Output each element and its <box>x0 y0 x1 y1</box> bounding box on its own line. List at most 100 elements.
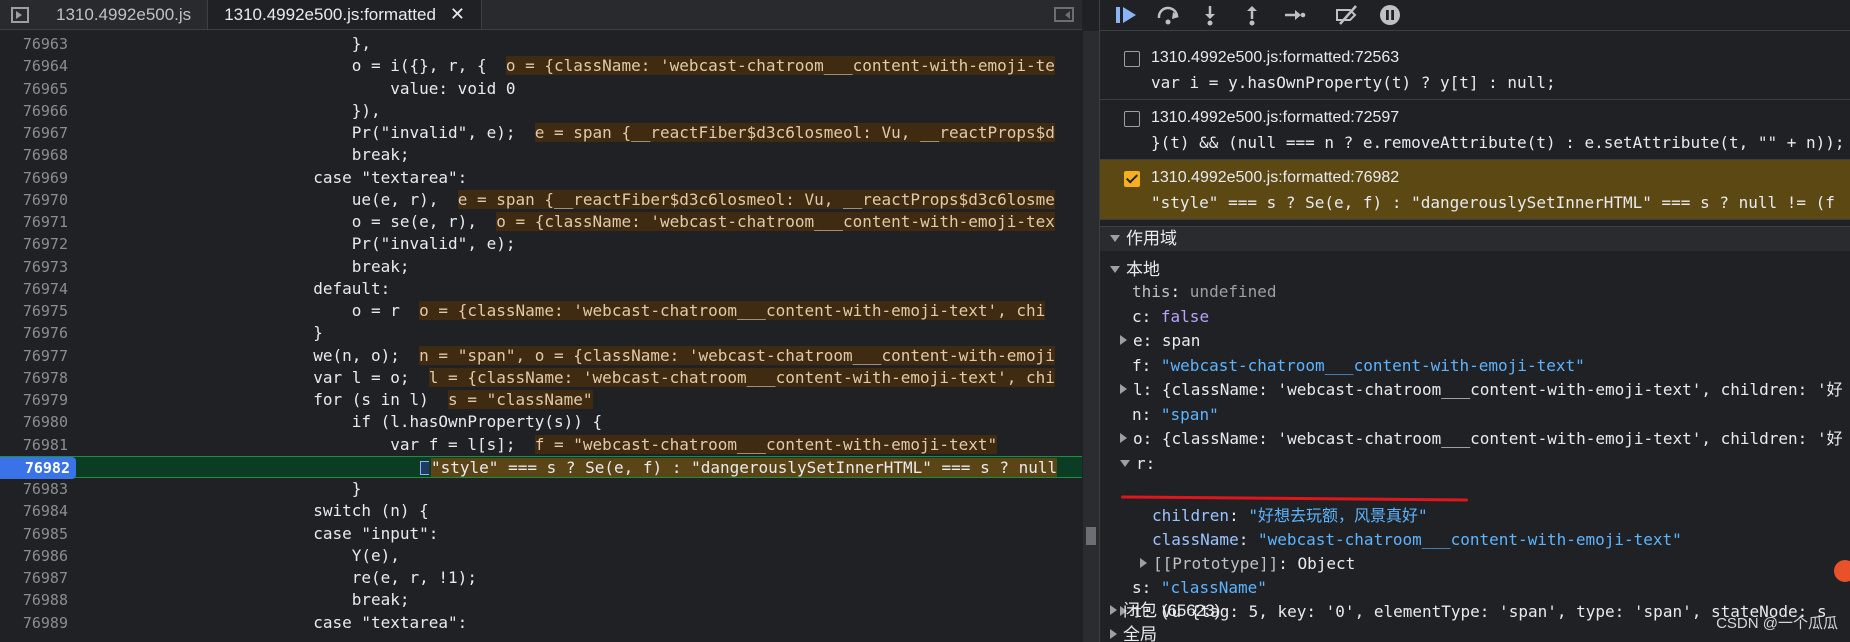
scrollbar-thumb[interactable] <box>1086 527 1096 545</box>
scope-var-this[interactable]: this: undefined <box>1100 281 1850 303</box>
tab-source-file[interactable]: 1310.4992e500.js <box>40 0 207 29</box>
code-line[interactable]: 76964 o = i({}, r, { o = {className: 'we… <box>0 55 1082 77</box>
code-line[interactable]: 76985 case "input": <box>0 523 1082 545</box>
code-line[interactable]: 76984 switch (n) { <box>0 500 1082 522</box>
code-line[interactable]: 76968 break; <box>0 144 1082 166</box>
line-number[interactable]: 76966 <box>0 100 74 122</box>
line-number[interactable]: 76977 <box>0 345 74 367</box>
resume-button[interactable] <box>1108 1 1144 29</box>
line-number[interactable]: 76984 <box>0 500 74 522</box>
scope-var-c[interactable]: c: false <box>1100 306 1850 328</box>
scope-var-r-children[interactable]: children: "好想去玩额，风景真好" <box>1100 483 1850 525</box>
code-text: Y(e), <box>82 545 400 567</box>
line-number[interactable]: 76985 <box>0 523 74 545</box>
line-number[interactable]: 76968 <box>0 144 74 166</box>
navigator-toggle-icon[interactable] <box>0 0 40 29</box>
line-number[interactable]: 76965 <box>0 78 74 100</box>
code-text: for (s in l) s = "className" <box>82 389 593 411</box>
code-line[interactable]: 76981 var f = l[s]; f = "webcast-chatroo… <box>0 434 1082 456</box>
scope-var-f[interactable]: f: "webcast-chatroom___content-with-emoj… <box>1100 355 1850 377</box>
code-line[interactable]: 76967 Pr("invalid", e); e = span {__reac… <box>0 122 1082 144</box>
debugger-toggle-icon[interactable] <box>1046 0 1082 29</box>
scope-section-header[interactable]: 作用域 <box>1100 226 1850 251</box>
line-number[interactable]: 76963 <box>0 33 74 55</box>
line-number[interactable]: 76974 <box>0 278 74 300</box>
collapse-arrow-icon[interactable] <box>1120 459 1130 467</box>
breakpoint-line-number[interactable]: 76982 <box>0 456 76 479</box>
line-number[interactable]: 76989 <box>0 612 74 634</box>
code-line[interactable]: 76969 case "textarea": <box>0 167 1082 189</box>
code-line[interactable]: 76980 if (l.hasOwnProperty(s)) { <box>0 411 1082 433</box>
code-line[interactable]: 76974 default: <box>0 278 1082 300</box>
line-number[interactable]: 76979 <box>0 389 74 411</box>
line-number[interactable]: 76980 <box>0 411 74 433</box>
code-line-paused[interactable]: 76982 "style" === s ? Se(e, f) : "dangero… <box>0 455 1082 479</box>
code-line[interactable]: 76989 case "textarea": <box>0 612 1082 634</box>
line-number[interactable]: 76978 <box>0 367 74 389</box>
step-into-button[interactable] <box>1192 1 1228 29</box>
line-number[interactable]: 76987 <box>0 567 74 589</box>
scope-var-t[interactable]: t: Vu {tag: 5, key: '0', elementType: 's… <box>1100 579 1850 621</box>
code-line[interactable]: 76979 for (s in l) s = "className" <box>0 389 1082 411</box>
expand-arrow-icon[interactable] <box>1120 433 1127 443</box>
code-line[interactable]: 76978 var l = o; l = {className: 'webcas… <box>0 367 1082 389</box>
line-number[interactable]: 76981 <box>0 434 74 456</box>
breakpoint-item[interactable]: 1310.4992e500.js:formatted:72597 }(t) &&… <box>1100 100 1850 160</box>
breakpoint-checkbox[interactable] <box>1124 171 1140 187</box>
code-line[interactable]: 76975 o = r o = {className: 'webcast-cha… <box>0 300 1082 322</box>
step-out-button[interactable] <box>1234 1 1270 29</box>
breakpoint-item[interactable]: 1310.4992e500.js:formatted:72563 var i =… <box>1100 40 1850 100</box>
code-text: break; <box>82 256 410 278</box>
breakpoint-checkbox[interactable] <box>1124 51 1140 67</box>
line-number[interactable]: 76973 <box>0 256 74 278</box>
code-line[interactable]: 76986 Y(e), <box>0 545 1082 567</box>
deactivate-breakpoints-button[interactable] <box>1330 1 1366 29</box>
step-over-button[interactable] <box>1150 1 1186 29</box>
line-number[interactable]: 76967 <box>0 122 74 144</box>
line-number[interactable]: 76975 <box>0 300 74 322</box>
line-number[interactable]: 76969 <box>0 167 74 189</box>
line-number[interactable]: 76964 <box>0 55 74 77</box>
line-number[interactable]: 76988 <box>0 589 74 611</box>
code-line[interactable]: 76971 o = se(e, r), o = {className: 'web… <box>0 211 1082 233</box>
code-line[interactable]: 76976 } <box>0 322 1082 344</box>
expand-arrow-icon[interactable] <box>1120 335 1127 345</box>
line-number[interactable]: 76986 <box>0 545 74 567</box>
code-line[interactable]: 76970 ue(e, r), e = span {__reactFiber$d… <box>0 189 1082 211</box>
code-line[interactable]: 76966 }), <box>0 100 1082 122</box>
code-line[interactable]: 76988 break; <box>0 589 1082 611</box>
breakpoint-checkbox[interactable] <box>1124 111 1140 127</box>
code-line[interactable]: 76983 } <box>0 478 1082 500</box>
pause-on-exceptions-button[interactable] <box>1372 1 1408 29</box>
breakpoint-item-active[interactable]: 1310.4992e500.js:formatted:76982 "style"… <box>1100 160 1850 220</box>
line-number[interactable]: 76976 <box>0 322 74 344</box>
scope-var-r-classname[interactable]: className: "webcast-chatroom___content-w… <box>1100 507 1850 549</box>
scope-var-r-prototype[interactable]: [[Prototype]]: Object <box>1100 531 1850 573</box>
code-line[interactable]: 76972 Pr("invalid", e); <box>0 233 1082 255</box>
line-number[interactable]: 76970 <box>0 189 74 211</box>
var-value: "span" <box>1160 404 1219 424</box>
code-scrollbar[interactable] <box>1083 31 1099 642</box>
line-number[interactable]: 76972 <box>0 233 74 255</box>
scope-var-e[interactable]: e: span <box>1100 330 1850 352</box>
scope-var-l[interactable]: l: {className: 'webcast-chatroom___conte… <box>1100 379 1850 401</box>
step-button[interactable] <box>1276 1 1312 29</box>
scope-var-o[interactable]: o: {className: 'webcast-chatroom___conte… <box>1100 428 1850 450</box>
code-line[interactable]: 76963 }, <box>0 33 1082 55</box>
line-number[interactable]: 76983 <box>0 478 74 500</box>
scope-var-n[interactable]: n: "span" <box>1100 404 1850 426</box>
scope-var-r[interactable]: r: <box>1100 453 1850 475</box>
local-scope-header[interactable]: 本地 <box>1100 258 1850 282</box>
tab-formatted-file[interactable]: 1310.4992e500.js:formatted ✕ <box>207 0 482 29</box>
inline-breakpoint-icon[interactable] <box>420 460 429 475</box>
code-line[interactable]: 76977 we(n, o); n = "span", o = {classNa… <box>0 345 1082 367</box>
expand-arrow-icon[interactable] <box>1120 384 1127 394</box>
var-separator: : <box>1141 404 1161 424</box>
scope-var-s[interactable]: s: "className" <box>1100 555 1850 597</box>
code-line[interactable]: 76973 break; <box>0 256 1082 278</box>
close-icon[interactable]: ✕ <box>450 4 465 25</box>
code-line[interactable]: 76987 re(e, r, !1); <box>0 567 1082 589</box>
line-number[interactable]: 76971 <box>0 211 74 233</box>
resume-icon <box>1116 7 1136 23</box>
code-line[interactable]: 76965 value: void 0 <box>0 78 1082 100</box>
